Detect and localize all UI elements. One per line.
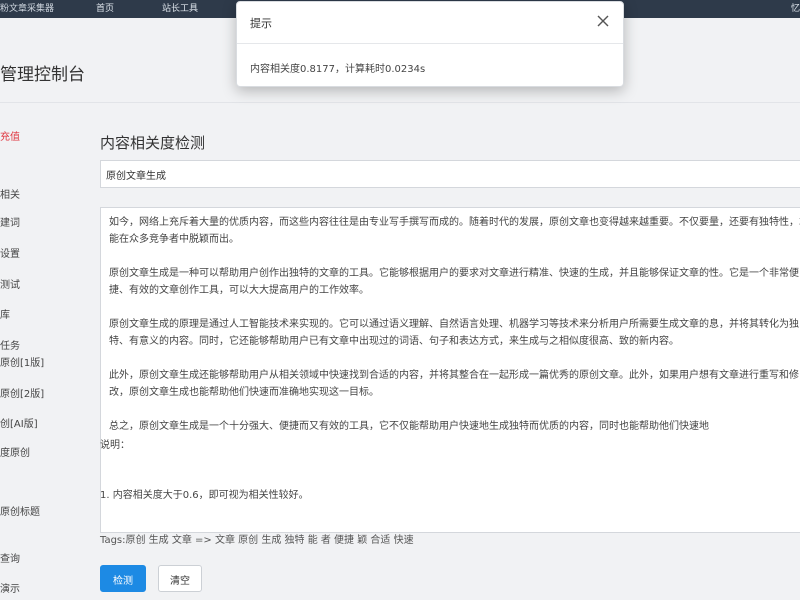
content-paragraph: 原创文章生成是一种可以帮助用户创作出独特的文章的工具。它能够根据用户的要求对文章…: [109, 268, 799, 296]
sidebar-item-keywords[interactable]: 建词: [0, 214, 20, 229]
sidebar-item-original-v1[interactable]: 原创[1版]: [0, 354, 44, 369]
brand-name: 粉文章采集器: [0, 4, 55, 14]
sidebar-item-recharge[interactable]: 充值: [0, 128, 20, 143]
content-textarea[interactable]: 如今，网络上充斥着大量的优质内容，而这些内容往往是由专业写手撰写而成的。随着时代…: [100, 207, 800, 533]
detect-button[interactable]: 检测: [100, 565, 146, 592]
sidebar-item-original-title[interactable]: 原创标题: [0, 503, 40, 518]
header-divider: [0, 102, 800, 103]
note-label: 说明：: [100, 440, 130, 451]
sidebar-item-demo[interactable]: 演示: [0, 580, 20, 595]
tags-line: Tags:原创 生成 文章 => 文章 原创 生成 独特 能 者 便捷 颖 合适…: [100, 535, 414, 546]
content-paragraph: 总之，原创文章生成是一个十分强大、便捷而又有效的工具，它不仅能帮助用户快速地生成…: [109, 421, 709, 432]
dialog-title: 提示: [250, 17, 272, 30]
sidebar-item-related[interactable]: 相关: [0, 186, 20, 201]
content-paragraph: 此外，原创文章生成还能够帮助用户从相关领域中快速找到合适的内容，并将其整合在一起…: [109, 370, 799, 398]
nav-home[interactable]: 首页: [96, 1, 114, 14]
content-paragraph: 原创文章生成的原理是通过人工智能技术来实现的。它可以通过语义理解、自然语言处理、…: [109, 319, 799, 347]
title-input[interactable]: 原创文章生成: [100, 160, 800, 188]
nav-webmaster-tools[interactable]: 站长工具: [162, 1, 198, 14]
sidebar-item-degree-original[interactable]: 度原创: [0, 444, 30, 459]
clear-button[interactable]: 清空: [158, 565, 202, 592]
main-content: 内容相关度检测 原创文章生成 如今，网络上充斥着大量的优质内容，而这些内容往往是…: [82, 104, 800, 600]
sidebar-item-test[interactable]: 测试: [0, 276, 20, 291]
dialog-header: 提示: [237, 2, 623, 44]
sidebar-item-tasks[interactable]: 任务: [0, 337, 20, 352]
sidebar: 充值 相关 建词 设置 测试 库 任务 原创[1版] 原创[2版] 创[AI版]…: [0, 104, 82, 600]
section-title: 内容相关度检测: [100, 134, 206, 152]
alert-dialog: 提示 内容相关度0.8177，计算耗时0.0234s: [236, 1, 624, 87]
sidebar-item-original-ai[interactable]: 创[AI版]: [0, 415, 38, 430]
sidebar-item-settings[interactable]: 设置: [0, 245, 20, 260]
user-menu[interactable]: 忆: [791, 1, 800, 14]
sidebar-item-query[interactable]: 查询: [0, 550, 20, 565]
content-paragraph: 如今，网络上充斥着大量的优质内容，而这些内容往往是由专业写手撰写而成的。随着时代…: [109, 217, 800, 245]
sidebar-item-original-v2[interactable]: 原创[2版]: [0, 385, 44, 400]
close-icon[interactable]: [595, 13, 611, 29]
page-title: 管理控制台: [0, 65, 85, 85]
sidebar-item-library[interactable]: 库: [0, 306, 10, 321]
close-icon-svg: [597, 15, 609, 27]
note-item: 1. 内容相关度大于0.6，即可视为相关性较好。: [100, 490, 309, 501]
dialog-message: 内容相关度0.8177，计算耗时0.0234s: [250, 64, 426, 75]
